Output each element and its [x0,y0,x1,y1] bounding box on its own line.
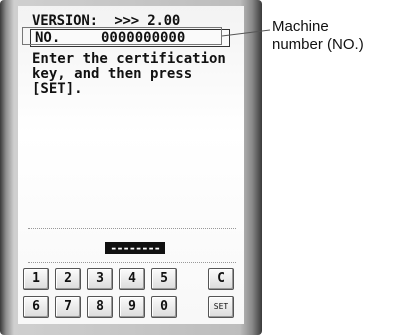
callout-line-1: Machine [272,18,329,35]
callout-line-2: number (NO.) [272,36,364,53]
callout-label: Machine number (NO.) [272,18,364,54]
